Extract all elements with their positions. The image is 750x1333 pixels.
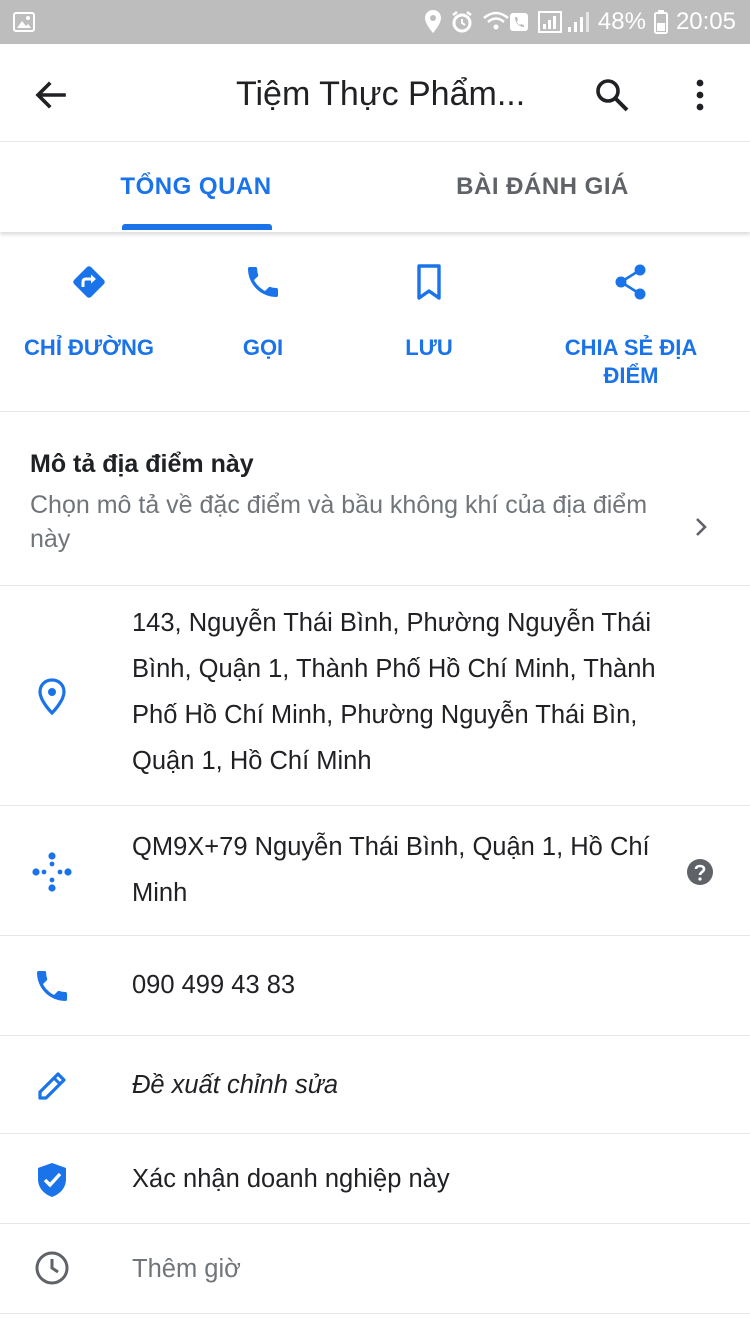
status-icons: 48% 20:05 bbox=[424, 0, 736, 44]
add-hours-row[interactable]: Thêm giờ bbox=[0, 1224, 750, 1314]
describe-place-row[interactable]: Mô tả địa điểm này Chọn mô tả về đặc điể… bbox=[0, 412, 750, 586]
location-icon bbox=[424, 9, 442, 35]
tab-reviews[interactable]: BÀI ĐÁNH GIÁ bbox=[440, 142, 645, 232]
wifi-call-icon bbox=[482, 9, 530, 35]
battery-icon bbox=[653, 10, 668, 34]
share-button[interactable]: CHIA SẺ ĐỊA ĐIỂM bbox=[546, 260, 716, 390]
plus-code-text: QM9X+79 Nguyễn Thái Bình, Quận 1, Hồ Chí… bbox=[132, 833, 650, 907]
app-bar: Tiệm Thực Phẩm... bbox=[0, 44, 750, 142]
share-icon bbox=[609, 260, 653, 304]
suggest-edit-row[interactable]: Đề xuất chỉnh sửa bbox=[0, 1036, 750, 1134]
address-text: 143, Nguyễn Thái Bình, Phường Nguyễn Thá… bbox=[132, 609, 656, 775]
claim-business-text: Xác nhận doanh nghiệp này bbox=[132, 1165, 450, 1193]
describe-heading: Mô tả địa điểm này bbox=[30, 450, 254, 478]
plus-code-icon bbox=[30, 850, 74, 894]
add-hours-text: Thêm giờ bbox=[132, 1255, 241, 1283]
directions-label: CHỈ ĐƯỜNG bbox=[24, 335, 154, 360]
phone-icon bbox=[30, 964, 74, 1008]
pencil-icon bbox=[30, 1064, 74, 1108]
search-icon[interactable] bbox=[592, 75, 632, 115]
suggest-edit-text: Đề xuất chỉnh sửa bbox=[132, 1071, 339, 1099]
directions-button[interactable]: CHỈ ĐƯỜNG bbox=[4, 260, 174, 362]
chevron-right-icon bbox=[690, 516, 712, 538]
save-button[interactable]: LƯU bbox=[344, 260, 514, 362]
status-bar: 48% 20:05 bbox=[0, 0, 750, 44]
claim-business-row[interactable]: Xác nhận doanh nghiệp này bbox=[0, 1134, 750, 1224]
phone-text: 090 499 43 83 bbox=[132, 971, 296, 999]
place-title: Tiệm Thực Phẩm... bbox=[236, 75, 526, 113]
help-icon[interactable] bbox=[686, 858, 714, 891]
tab-overview[interactable]: TỔNG QUAN bbox=[110, 142, 282, 232]
alarm-icon bbox=[450, 10, 474, 34]
plus-code-row[interactable]: QM9X+79 Nguyễn Thái Bình, Quận 1, Hồ Chí… bbox=[0, 806, 750, 936]
clock-icon bbox=[30, 1246, 74, 1290]
tab-indicator bbox=[122, 224, 272, 230]
bookmark-icon bbox=[407, 260, 451, 304]
action-bar: CHỈ ĐƯỜNG GỌI LƯU CHIA SẺ ĐỊA ĐIỂM bbox=[0, 236, 750, 412]
phone-row[interactable]: 090 499 43 83 bbox=[0, 936, 750, 1036]
call-label: GỌI bbox=[242, 335, 284, 360]
directions-icon bbox=[67, 260, 111, 304]
more-vert-icon[interactable] bbox=[680, 75, 720, 115]
call-button[interactable]: GỌI bbox=[178, 260, 348, 362]
address-row[interactable]: 143, Nguyễn Thái Bình, Phường Nguyễn Thá… bbox=[0, 586, 750, 806]
signal-icon bbox=[537, 9, 590, 35]
location-pin-icon bbox=[30, 674, 74, 718]
arrow-back-icon[interactable] bbox=[30, 75, 70, 115]
clock: 20:05 bbox=[675, 8, 736, 35]
share-label: CHIA SẺ ĐỊA ĐIỂM bbox=[564, 335, 698, 388]
tab-bar: TỔNG QUAN BÀI ĐÁNH GIÁ bbox=[0, 142, 750, 232]
verified-shield-icon bbox=[30, 1158, 74, 1202]
battery-percent: 48% bbox=[597, 8, 646, 35]
describe-subtext: Chọn mô tả về đặc điểm và bầu không khí … bbox=[30, 491, 648, 553]
image-icon bbox=[12, 10, 36, 34]
save-label: LƯU bbox=[405, 335, 453, 360]
phone-icon bbox=[241, 260, 285, 304]
